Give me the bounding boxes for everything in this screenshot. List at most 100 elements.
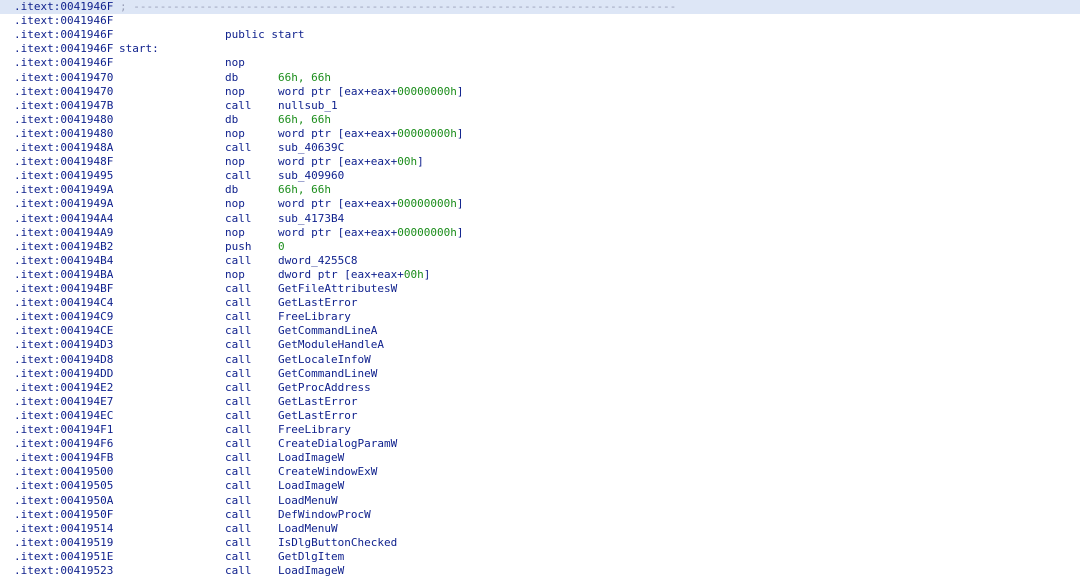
- operand[interactable]: dword_4255C8: [278, 254, 357, 268]
- operand[interactable]: GetCommandLineW: [278, 367, 377, 381]
- operand[interactable]: GetLocaleInfoW: [278, 353, 371, 367]
- disasm-line[interactable]: .itext:004194CE call GetCommandLineA: [0, 324, 1080, 338]
- line-address[interactable]: .itext:00419470: [14, 85, 113, 99]
- disasm-line[interactable]: .itext:0041949A db 66h, 66h: [0, 183, 1080, 197]
- operand[interactable]: CreateWindowExW: [278, 465, 377, 479]
- line-address[interactable]: .itext:004194E2: [14, 381, 113, 395]
- operand[interactable]: LoadImageW: [278, 479, 344, 493]
- line-address[interactable]: .itext:0041947B: [14, 99, 113, 113]
- disasm-line[interactable]: .itext:004194BF call GetFileAttributesW: [0, 282, 1080, 296]
- line-address[interactable]: .itext:004194D8: [14, 353, 113, 367]
- disasm-line[interactable]: .itext:004194D8 call GetLocaleInfoW: [0, 353, 1080, 367]
- operand[interactable]: word ptr [eax+eax+00000000h]: [278, 226, 463, 240]
- line-address[interactable]: .itext:0041950A: [14, 494, 113, 508]
- line-address[interactable]: .itext:004194EC: [14, 409, 113, 423]
- line-address[interactable]: .itext:004194D3: [14, 338, 113, 352]
- operand[interactable]: 0: [278, 240, 285, 254]
- operand[interactable]: sub_409960: [278, 169, 344, 183]
- operand[interactable]: nullsub_1: [278, 99, 338, 113]
- disasm-line[interactable]: .itext:00419470 nop word ptr [eax+eax+0000…: [0, 85, 1080, 99]
- line-address[interactable]: .itext:004194A4: [14, 212, 113, 226]
- operand[interactable]: GetLastError: [278, 296, 357, 310]
- disasm-line[interactable]: .itext:004194A4 call sub_4173B4: [0, 212, 1080, 226]
- disasm-line[interactable]: .itext:0041946F public start: [0, 28, 1080, 42]
- line-address[interactable]: .itext:00419480: [14, 113, 113, 127]
- code-label[interactable]: start:: [119, 42, 159, 56]
- disasm-line[interactable]: .itext:004194E7 call GetLastError: [0, 395, 1080, 409]
- disasm-line[interactable]: .itext:0041946F: [0, 14, 1080, 28]
- disasm-line[interactable]: .itext:00419519 call IsDlgButtonChecked: [0, 536, 1080, 550]
- disasm-line[interactable]: .itext:00419523 call LoadImageW: [0, 564, 1080, 578]
- disasm-line[interactable]: .itext:004194D3 call GetModuleHandleA: [0, 338, 1080, 352]
- line-address[interactable]: .itext:0041950F: [14, 508, 113, 522]
- line-address[interactable]: .itext:0041946F: [14, 0, 113, 14]
- line-address[interactable]: .itext:00419495: [14, 169, 113, 183]
- disasm-line[interactable]: .itext:004194E2 call GetProcAddress: [0, 381, 1080, 395]
- disasm-line[interactable]: .itext:004194B4 call dword_4255C8: [0, 254, 1080, 268]
- line-address[interactable]: .itext:004194A9: [14, 226, 113, 240]
- disasm-line[interactable]: .itext:0041948F nop word ptr [eax+eax+00h]: [0, 155, 1080, 169]
- line-address[interactable]: .itext:0041946F: [14, 28, 113, 42]
- line-address[interactable]: .itext:00419470: [14, 71, 113, 85]
- line-address[interactable]: .itext:0041949A: [14, 183, 113, 197]
- disasm-line[interactable]: .itext:0041950A call LoadMenuW: [0, 494, 1080, 508]
- disasm-line[interactable]: .itext:00419480 nop word ptr [eax+eax+0000…: [0, 127, 1080, 141]
- disasm-line[interactable]: .itext:0041949A nop word ptr [eax+eax+0000…: [0, 197, 1080, 211]
- disasm-line[interactable]: .itext:004194DD call GetCommandLineW: [0, 367, 1080, 381]
- disasm-line[interactable]: .itext:004194FB call LoadImageW: [0, 451, 1080, 465]
- operand[interactable]: GetCommandLineA: [278, 324, 377, 338]
- line-address[interactable]: .itext:004194BF: [14, 282, 113, 296]
- operand[interactable]: sub_40639C: [278, 141, 344, 155]
- disasm-line[interactable]: .itext:00419495 call sub_409960: [0, 169, 1080, 183]
- operand[interactable]: IsDlgButtonChecked: [278, 536, 397, 550]
- disasm-line[interactable]: .itext:0041946F ; -----------------------…: [0, 0, 1080, 15]
- line-address[interactable]: .itext:004194C4: [14, 296, 113, 310]
- line-address[interactable]: .itext:00419500: [14, 465, 113, 479]
- disasm-line[interactable]: .itext:004194BA nop dword ptr [eax+eax+00h…: [0, 268, 1080, 282]
- line-address[interactable]: .itext:004194B4: [14, 254, 113, 268]
- disasm-line[interactable]: .itext:00419470 db 66h, 66h: [0, 71, 1080, 85]
- disasm-line[interactable]: .itext:0041946F start:: [0, 42, 1080, 56]
- disasm-line[interactable]: .itext:0041948A call sub_40639C: [0, 141, 1080, 155]
- operand[interactable]: LoadImageW: [278, 451, 344, 465]
- operand[interactable]: CreateDialogParamW: [278, 437, 397, 451]
- disasm-line[interactable]: .itext:004194C4 call GetLastError: [0, 296, 1080, 310]
- disassembly-listing[interactable]: .itext:0041946F ; -----------------------…: [0, 0, 1080, 580]
- disasm-line[interactable]: .itext:0041950F call DefWindowProcW: [0, 508, 1080, 522]
- disasm-line[interactable]: .itext:00419514 call LoadMenuW: [0, 522, 1080, 536]
- operand[interactable]: dword ptr [eax+eax+00h]: [278, 268, 430, 282]
- line-address[interactable]: .itext:00419480: [14, 127, 113, 141]
- disasm-line[interactable]: .itext:004194EC call GetLastError: [0, 409, 1080, 423]
- line-address[interactable]: .itext:0041946F: [14, 42, 113, 56]
- disasm-line[interactable]: .itext:004194A9 nop word ptr [eax+eax+0000…: [0, 226, 1080, 240]
- operand[interactable]: FreeLibrary: [278, 310, 351, 324]
- operand[interactable]: GetDlgItem: [278, 550, 344, 564]
- operand[interactable]: word ptr [eax+eax+00000000h]: [278, 197, 463, 211]
- operand[interactable]: word ptr [eax+eax+00000000h]: [278, 85, 463, 99]
- line-address[interactable]: .itext:004194F6: [14, 437, 113, 451]
- disasm-line[interactable]: .itext:004194F1 call FreeLibrary: [0, 423, 1080, 437]
- disasm-line[interactable]: .itext:0041947B call nullsub_1: [0, 99, 1080, 113]
- line-address[interactable]: .itext:00419514: [14, 522, 113, 536]
- operand[interactable]: GetLastError: [278, 409, 357, 423]
- operand[interactable]: GetProcAddress: [278, 381, 371, 395]
- operand[interactable]: sub_4173B4: [278, 212, 344, 226]
- disasm-line[interactable]: .itext:004194F6 call CreateDialogParamW: [0, 437, 1080, 451]
- line-address[interactable]: .itext:004194FB: [14, 451, 113, 465]
- disasm-line[interactable]: .itext:00419500 call CreateWindowExW: [0, 465, 1080, 479]
- operand[interactable]: DefWindowProcW: [278, 508, 371, 522]
- line-address[interactable]: .itext:0041951E: [14, 550, 113, 564]
- line-address[interactable]: .itext:00419505: [14, 479, 113, 493]
- line-address[interactable]: .itext:0041949A: [14, 197, 113, 211]
- line-address[interactable]: .itext:004194E7: [14, 395, 113, 409]
- disasm-line[interactable]: .itext:004194C9 call FreeLibrary: [0, 310, 1080, 324]
- line-address[interactable]: .itext:0041948F: [14, 155, 113, 169]
- line-address[interactable]: .itext:0041946F: [14, 14, 113, 28]
- operand[interactable]: LoadMenuW: [278, 494, 338, 508]
- line-address[interactable]: .itext:00419523: [14, 564, 113, 578]
- operand[interactable]: GetModuleHandleA: [278, 338, 384, 352]
- line-address[interactable]: .itext:0041948A: [14, 141, 113, 155]
- operand[interactable]: 66h, 66h: [278, 183, 331, 197]
- operand[interactable]: 66h, 66h: [278, 71, 331, 85]
- operand[interactable]: GetLastError: [278, 395, 357, 409]
